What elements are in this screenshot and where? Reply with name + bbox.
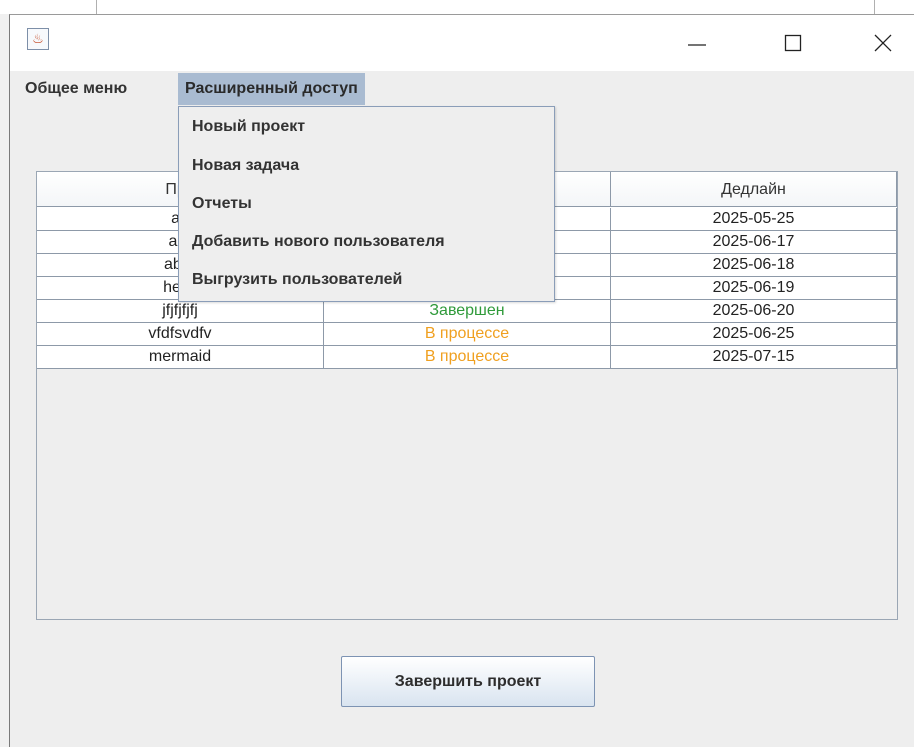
minimize-icon xyxy=(688,44,706,46)
minimize-button[interactable] xyxy=(674,15,720,71)
deadline-cell[interactable]: 2025-06-17 xyxy=(611,231,897,254)
background-divider xyxy=(874,0,875,14)
menu-general[interactable]: Общее меню xyxy=(18,73,134,105)
deadline-cell[interactable]: 2025-06-20 xyxy=(611,300,897,323)
menu-extended-access[interactable]: Расширенный доступ xyxy=(178,73,365,105)
maximize-icon xyxy=(784,34,802,52)
java-app-icon: ♨ xyxy=(27,28,49,50)
project-name-cell[interactable]: mermaid xyxy=(37,346,324,369)
status-cell[interactable]: В процессе xyxy=(324,323,611,346)
maximize-button[interactable] xyxy=(770,15,816,71)
deadline-cell[interactable]: 2025-07-15 xyxy=(611,346,897,369)
table-row[interactable]: vfdfsvdfv В процессе 2025-06-25 xyxy=(37,323,897,346)
app-window: ♨ Общее меню Расширенный доступ Про Дедл… xyxy=(9,14,914,747)
column-header-deadline[interactable]: Дедлайн xyxy=(611,172,897,207)
table-row[interactable]: jfjfjfjfj Завершен 2025-06-20 xyxy=(37,300,897,323)
table-row[interactable]: mermaid В процессе 2025-07-15 xyxy=(37,346,897,369)
menu-item-export-users[interactable]: Выгрузить пользователей xyxy=(179,261,554,299)
deadline-cell[interactable]: 2025-06-18 xyxy=(611,254,897,277)
deadline-cell[interactable]: 2025-06-25 xyxy=(611,323,897,346)
menu-item-new-project[interactable]: Новый проект xyxy=(179,108,554,146)
finish-project-button[interactable]: Завершить проект xyxy=(341,656,595,707)
menu-item-add-user[interactable]: Добавить нового пользователя xyxy=(179,223,554,261)
status-cell[interactable]: Завершен xyxy=(324,300,611,323)
project-name-cell[interactable]: jfjfjfjfj xyxy=(37,300,324,323)
menu-item-reports[interactable]: Отчеты xyxy=(179,185,554,223)
close-button[interactable] xyxy=(860,15,906,71)
extended-access-dropdown: Новый проект Новая задача Отчеты Добавит… xyxy=(178,106,555,302)
deadline-cell[interactable]: 2025-05-25 xyxy=(611,208,897,231)
menu-bar: Общее меню Расширенный доступ xyxy=(10,71,914,107)
close-icon xyxy=(874,34,892,52)
desktop-background xyxy=(0,0,914,14)
background-divider xyxy=(96,0,97,14)
menu-item-new-task[interactable]: Новая задача xyxy=(179,147,554,185)
deadline-cell[interactable]: 2025-06-19 xyxy=(611,277,897,300)
project-name-cell[interactable]: vfdfsvdfv xyxy=(37,323,324,346)
status-cell[interactable]: В процессе xyxy=(324,346,611,369)
title-bar: ♨ xyxy=(10,15,914,71)
